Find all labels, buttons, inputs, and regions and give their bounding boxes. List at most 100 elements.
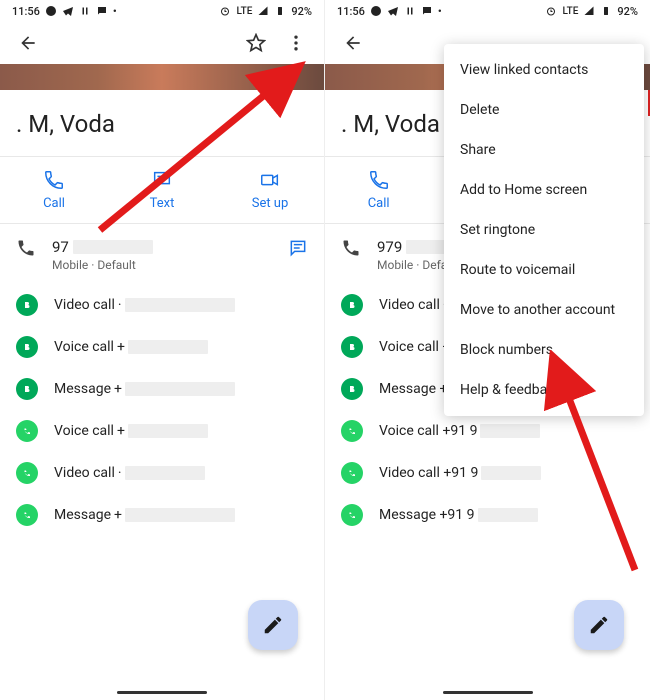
favorite-button[interactable] xyxy=(242,29,270,57)
pencil-icon xyxy=(262,614,284,636)
list-item[interactable]: Video call +91 9 xyxy=(325,452,650,494)
battery-icon xyxy=(274,5,286,17)
menu-add-home[interactable]: Add to Home screen xyxy=(444,170,644,210)
quick-actions: Call Text Set up xyxy=(0,156,324,224)
whatsapp-business-icon xyxy=(341,336,363,358)
menu-move-account[interactable]: Move to another account xyxy=(444,290,644,330)
list-item[interactable]: Video call · xyxy=(0,284,324,326)
menu-share[interactable]: Share xyxy=(444,130,644,170)
whatsapp-icon xyxy=(341,462,363,484)
screenshot-right: 11:56 • LTE 92% xyxy=(325,0,650,700)
telegram-icon xyxy=(387,5,399,17)
battery-icon xyxy=(600,5,612,17)
text-label: Text xyxy=(150,196,175,211)
arrow-back-icon xyxy=(18,33,38,53)
pause-icon xyxy=(79,5,91,17)
setup-label: Set up xyxy=(252,196,289,211)
text-number-button[interactable] xyxy=(288,238,308,262)
alarm-icon xyxy=(545,5,557,17)
more-vert-icon xyxy=(286,33,306,53)
phone-icon xyxy=(43,169,65,191)
telegram-icon xyxy=(62,5,74,17)
menu-help[interactable]: Help & feedback xyxy=(444,370,644,410)
list-item[interactable]: Video call · xyxy=(0,452,324,494)
whatsapp-business-icon xyxy=(16,294,38,316)
pause-icon xyxy=(404,5,416,17)
signal-icon xyxy=(583,5,595,17)
whatsapp-icon xyxy=(16,462,38,484)
call-action[interactable]: Call xyxy=(325,157,432,223)
list-item[interactable]: Voice call + xyxy=(0,410,324,452)
list-item[interactable]: Message + xyxy=(0,368,324,410)
text-action[interactable]: Text xyxy=(108,157,216,223)
phone-prefix: 97 xyxy=(52,238,69,256)
list-item[interactable]: Voice call + xyxy=(0,326,324,368)
status-net: LTE xyxy=(236,6,252,17)
back-button[interactable] xyxy=(339,29,367,57)
back-button[interactable] xyxy=(14,29,42,57)
whatsapp-icon xyxy=(341,420,363,442)
redacted xyxy=(481,466,541,480)
contact-cover-photo xyxy=(0,64,324,90)
chat-icon xyxy=(96,5,108,17)
message-icon xyxy=(151,169,173,191)
whatsapp-icon xyxy=(370,5,382,17)
message-icon xyxy=(288,238,308,258)
chat-icon xyxy=(421,5,433,17)
whatsapp-business-icon xyxy=(16,336,38,358)
nav-handle[interactable] xyxy=(443,691,533,694)
menu-delete[interactable]: Delete xyxy=(444,90,644,130)
whatsapp-icon xyxy=(45,5,57,17)
video-icon xyxy=(259,169,281,191)
phone-type: Mobile · Default xyxy=(52,258,272,272)
overflow-menu: View linked contacts Delete Share Add to… xyxy=(444,44,644,416)
whatsapp-icon xyxy=(341,504,363,526)
phone-icon xyxy=(341,238,361,258)
list-item[interactable]: Message + xyxy=(0,494,324,536)
redacted xyxy=(480,424,540,438)
screenshot-left: 11:56 • LTE 92% xyxy=(0,0,325,700)
redacted xyxy=(125,298,235,312)
status-battery: 92% xyxy=(291,5,312,18)
alarm-icon xyxy=(219,5,231,17)
menu-view-linked[interactable]: View linked contacts xyxy=(444,50,644,90)
setup-action[interactable]: Set up xyxy=(216,157,324,223)
list-item[interactable]: Message +91 9 xyxy=(325,494,650,536)
edit-contact-fab[interactable] xyxy=(248,600,298,650)
status-time: 11:56 xyxy=(337,5,365,18)
redacted xyxy=(128,424,208,438)
status-time: 11:56 xyxy=(12,5,40,18)
phone-number-row[interactable]: 97 Mobile · Default xyxy=(0,224,324,280)
whatsapp-icon xyxy=(16,504,38,526)
redacted xyxy=(73,240,153,254)
call-label: Call xyxy=(368,196,390,211)
whatsapp-business-icon xyxy=(341,294,363,316)
whatsapp-business-icon xyxy=(341,378,363,400)
menu-block-numbers[interactable]: Block numbers xyxy=(444,330,644,370)
status-battery: 92% xyxy=(617,5,638,18)
edit-contact-fab[interactable] xyxy=(574,600,624,650)
pencil-icon xyxy=(588,614,610,636)
menu-set-ringtone[interactable]: Set ringtone xyxy=(444,210,644,250)
phone-icon xyxy=(16,238,36,258)
whatsapp-icon xyxy=(16,420,38,442)
call-label: Call xyxy=(43,196,65,211)
call-action[interactable]: Call xyxy=(0,157,108,223)
status-net: LTE xyxy=(562,6,578,17)
redacted xyxy=(125,508,235,522)
more-button[interactable] xyxy=(282,29,310,57)
redacted xyxy=(478,508,538,522)
phone-prefix: 979 xyxy=(377,238,402,256)
menu-route-voicemail[interactable]: Route to voicemail xyxy=(444,250,644,290)
list-item[interactable]: Voice call +91 9 xyxy=(325,410,650,452)
nav-handle[interactable] xyxy=(117,691,207,694)
status-bar: 11:56 • LTE 92% xyxy=(0,0,324,22)
connected-apps-list: Video call · Voice call + Message + Voic… xyxy=(0,280,324,540)
signal-icon xyxy=(257,5,269,17)
contact-name: . M, Voda xyxy=(16,110,308,138)
arrow-back-icon xyxy=(343,33,363,53)
redacted xyxy=(125,382,235,396)
redacted xyxy=(128,340,208,354)
status-bar: 11:56 • LTE 92% xyxy=(325,0,650,22)
star-outline-icon xyxy=(246,33,266,53)
